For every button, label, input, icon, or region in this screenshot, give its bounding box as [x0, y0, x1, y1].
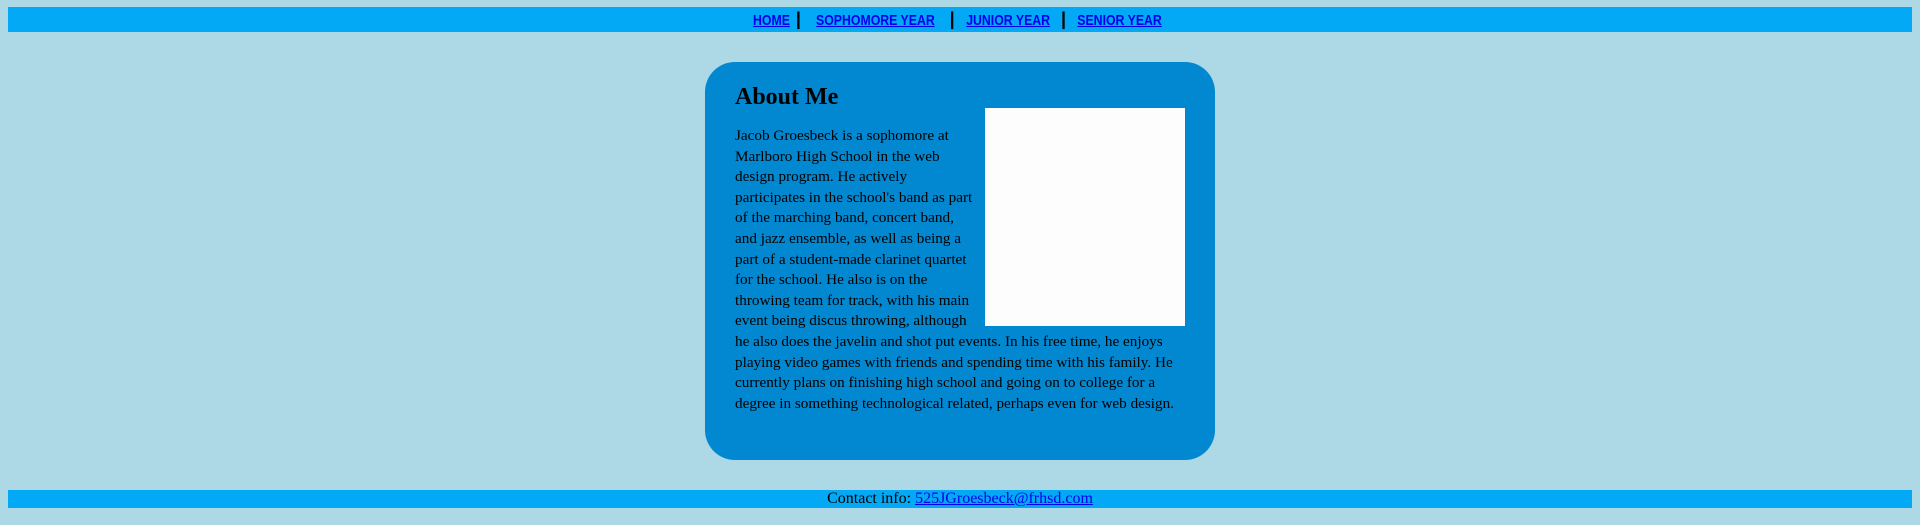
- nav-senior-year-link[interactable]: SENIOR YEAR: [1077, 8, 1162, 33]
- nav-home-link[interactable]: HOME: [753, 8, 790, 33]
- nav-separator: |: [795, 9, 801, 29]
- nav-sophomore-year-link[interactable]: SOPHOMORE YEAR: [816, 8, 935, 33]
- profile-photo: [985, 108, 1185, 326]
- about-card: About Me Jacob Groesbeck is a sophomore …: [705, 62, 1215, 460]
- footer: Contact info: 525JGroesbeck@frhsd.com: [8, 490, 1912, 508]
- contact-email-link[interactable]: 525JGroesbeck@frhsd.com: [915, 490, 1093, 507]
- nav-separator: |: [949, 9, 955, 29]
- top-nav: HOME | SOPHOMORE YEAR | JUNIOR YEAR | SE…: [8, 7, 1912, 32]
- contact-label: Contact info:: [827, 490, 912, 507]
- nav-separator: |: [1060, 9, 1067, 29]
- nav-junior-year-link[interactable]: JUNIOR YEAR: [966, 8, 1050, 33]
